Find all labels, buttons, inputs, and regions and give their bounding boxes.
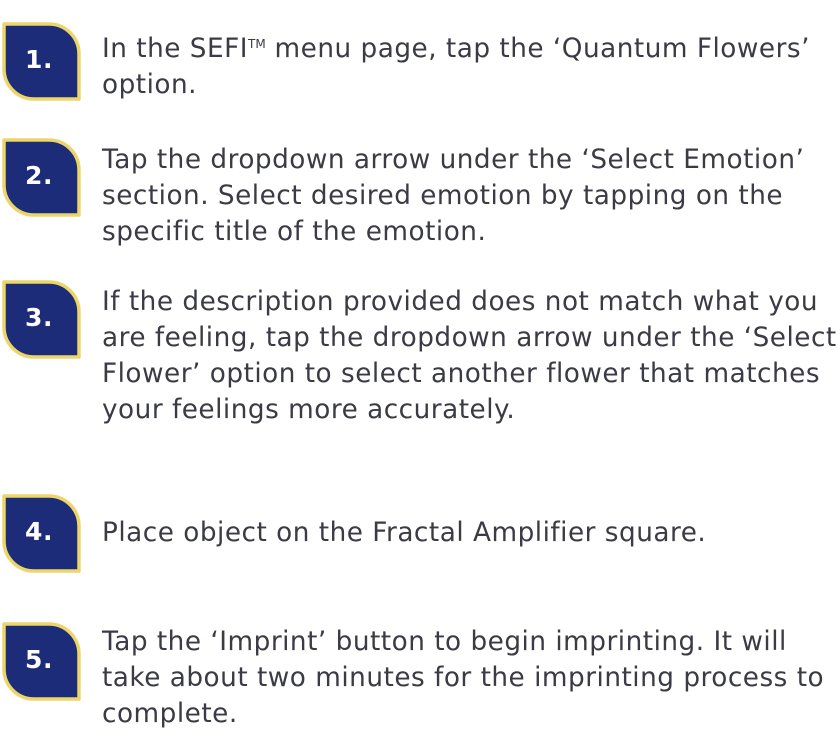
step-number: 2. <box>25 160 53 190</box>
step-text: In the SEFITM menu page, tap the ‘Quantu… <box>102 26 837 103</box>
step-number: 3. <box>25 302 53 332</box>
step-number-badge: 4. <box>0 492 84 576</box>
trademark-symbol: TM <box>248 37 266 51</box>
step-text-part: In the SEFI <box>102 34 248 64</box>
step-number: 1. <box>25 44 53 74</box>
step-text: Place object on the Fractal Amplifier sq… <box>102 518 707 548</box>
step-number: 4. <box>25 516 53 546</box>
step-number-badge: 5. <box>0 620 84 704</box>
step-text: Tap the ‘Imprint’ button to begin imprin… <box>102 627 825 729</box>
step-number-badge: 3. <box>0 278 84 362</box>
step-number: 5. <box>25 644 53 674</box>
step-number-badge: 2. <box>0 136 84 220</box>
step-number-badge: 1. <box>0 20 84 104</box>
step-text: If the description provided does not mat… <box>102 287 837 425</box>
step-text: Tap the dropdown arrow under the ‘Select… <box>102 145 805 247</box>
